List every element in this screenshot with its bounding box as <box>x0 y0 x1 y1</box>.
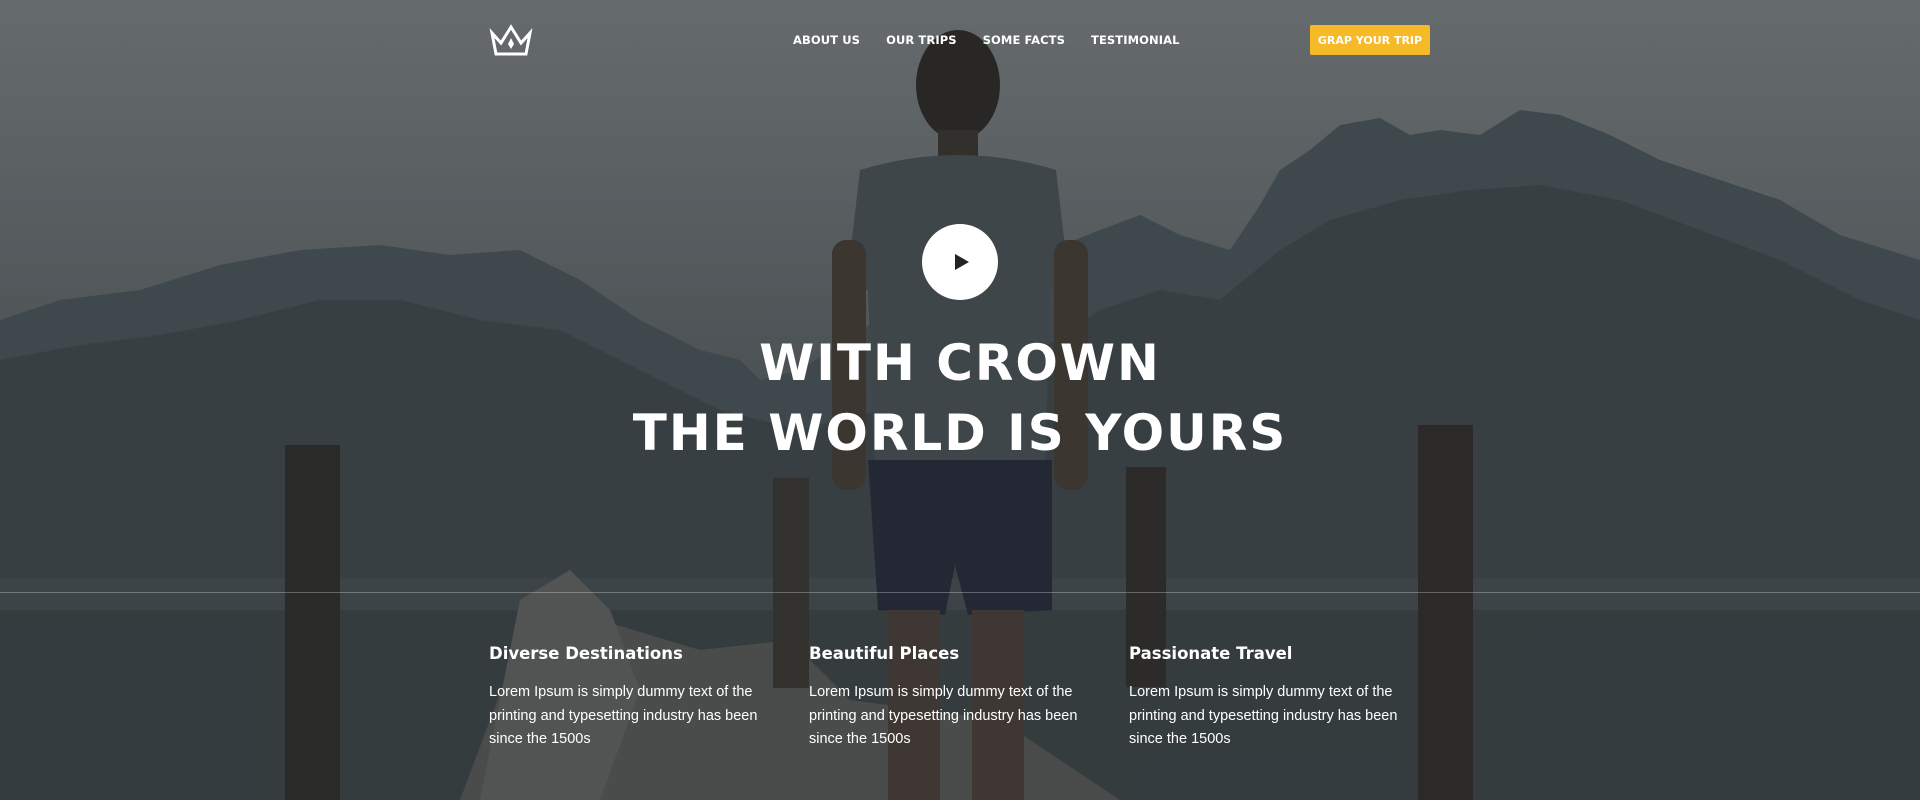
nav-link-some-facts[interactable]: SOME FACTS <box>983 33 1065 47</box>
navbar: ABOUT US OUR TRIPS SOME FACTS TESTIMONIA… <box>0 0 1920 80</box>
play-video-button[interactable] <box>922 224 998 300</box>
grap-your-trip-button[interactable]: GRAP YOUR TRIP <box>1310 25 1430 55</box>
divider-line <box>0 592 1920 593</box>
play-icon <box>955 254 969 270</box>
feature-text: Lorem Ipsum is simply dummy text of the … <box>809 684 1078 747</box>
feature-title: Passionate Travel <box>1129 644 1293 663</box>
main-menu: ABOUT US OUR TRIPS SOME FACTS TESTIMONIA… <box>793 33 1206 47</box>
headline-line-1: WITH CROWN <box>759 334 1161 392</box>
hero-section: ABOUT US OUR TRIPS SOME FACTS TESTIMONIA… <box>0 0 1920 800</box>
nav-link-our-trips[interactable]: OUR TRIPS <box>886 33 957 47</box>
headline-line-2: THE WORLD IS YOURS <box>632 404 1288 462</box>
hero-headline: WITH CROWN THE WORLD IS YOURS <box>0 328 1920 468</box>
nav-link-about-us[interactable]: ABOUT US <box>793 33 860 47</box>
feature-beautiful-places: Beautiful Places Lorem Ipsum is simply d… <box>809 644 1079 752</box>
feature-title: Beautiful Places <box>809 644 960 663</box>
feature-title: Diverse Destinations <box>489 644 683 663</box>
feature-text: Lorem Ipsum is simply dummy text of the … <box>489 684 758 747</box>
feature-passionate-travel: Passionate Travel Lorem Ipsum is simply … <box>1129 644 1399 752</box>
feature-text: Lorem Ipsum is simply dummy text of the … <box>1129 684 1398 747</box>
feature-diverse-destinations: Diverse Destinations Lorem Ipsum is simp… <box>489 644 759 752</box>
nav-link-testimonial[interactable]: TESTIMONIAL <box>1091 33 1180 47</box>
crown-icon[interactable] <box>489 23 533 57</box>
